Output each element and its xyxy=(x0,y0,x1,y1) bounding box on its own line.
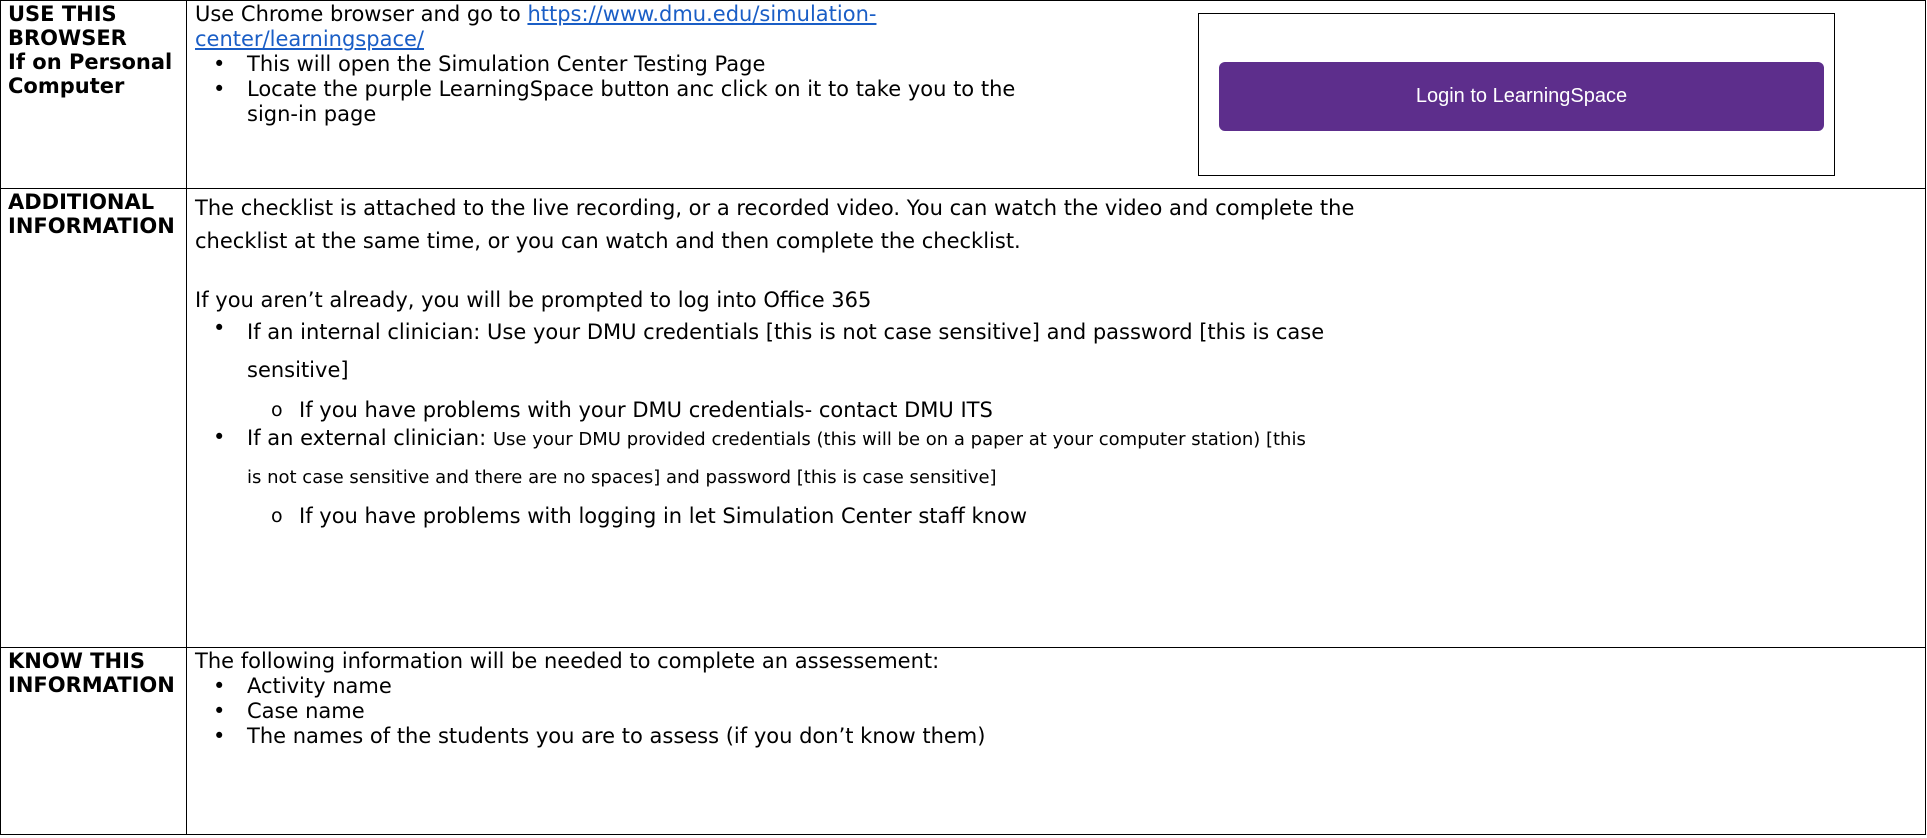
intro-text: Use Chrome browser and go to xyxy=(195,2,528,26)
label-line: Computer xyxy=(8,74,125,98)
label-line: INFORMATION xyxy=(8,673,175,697)
label-line: USE THIS xyxy=(8,2,117,26)
learningspace-link-continued[interactable]: center/learningspace/ xyxy=(195,27,424,51)
additional-info-content: The checklist is attached to the live re… xyxy=(186,188,1926,648)
list-item: The names of the students you are to ass… xyxy=(213,724,1925,749)
office-365-note: If you aren’t already, you will be promp… xyxy=(195,288,872,312)
list-item: If an external clinician: Use your DMU p… xyxy=(213,425,1925,529)
login-screenshot-frame: Login to LearningSpace xyxy=(1198,13,1835,176)
label-line: KNOW THIS xyxy=(8,649,146,673)
external-sub-list: If you have problems with logging in let… xyxy=(247,503,1925,529)
browser-content: Use Chrome browser and go to https://www… xyxy=(186,0,1926,189)
know-info-label: KNOW THIS INFORMATION xyxy=(0,647,187,835)
paragraph-line: checklist at the same time, or you can w… xyxy=(195,229,1021,253)
list-item: Case name xyxy=(213,699,1925,724)
internal-sub-list: If you have problems with your DMU crede… xyxy=(247,397,1925,423)
list-item-text: Locate the purple LearningSpace button a… xyxy=(247,77,1016,101)
label-line: If on Personal xyxy=(8,50,173,74)
list-item: Activity name xyxy=(213,674,1925,699)
browser-label: USE THIS BROWSER If on Personal Computer xyxy=(0,0,187,189)
clinician-list: If an internal clinician: Use your DMU c… xyxy=(195,316,1925,529)
instructions-table: USE THIS BROWSER If on Personal Computer… xyxy=(0,0,1926,835)
know-info-intro: The following information will be needed… xyxy=(195,649,940,673)
know-info-content: The following information will be needed… xyxy=(186,647,1926,835)
list-item: If you have problems with logging in let… xyxy=(271,503,1925,529)
needed-info-list: Activity name Case name The names of the… xyxy=(195,674,1925,749)
learningspace-link[interactable]: https://www.dmu.edu/simulation- xyxy=(527,2,876,26)
paragraph-line: The checklist is attached to the live re… xyxy=(195,196,1355,220)
external-clinician-line: If an external clinician: Use your DMU p… xyxy=(247,425,1925,453)
label-line: INFORMATION xyxy=(8,214,175,238)
external-clinician-prefix: If an external clinician: xyxy=(247,426,493,450)
label-line: BROWSER xyxy=(8,26,127,50)
internal-clinician-text: sensitive] xyxy=(247,358,349,382)
additional-info-label: ADDITIONAL INFORMATION xyxy=(0,188,187,648)
list-item: If an internal clinician: Use your DMU c… xyxy=(213,316,1925,423)
list-item: If you have problems with your DMU crede… xyxy=(271,397,1925,423)
login-learningspace-button[interactable]: Login to LearningSpace xyxy=(1219,62,1824,131)
additional-info-row: ADDITIONAL INFORMATION The checklist is … xyxy=(0,188,1926,648)
browser-row: USE THIS BROWSER If on Personal Computer… xyxy=(0,0,1926,189)
external-clinician-text: is not case sensitive and there are no s… xyxy=(247,467,997,488)
know-info-row: KNOW THIS INFORMATION The following info… xyxy=(0,647,1926,835)
internal-clinician-text: If an internal clinician: Use your DMU c… xyxy=(247,320,1325,344)
checklist-paragraph: The checklist is attached to the live re… xyxy=(195,190,1925,258)
list-item-text: sign-in page xyxy=(247,102,377,126)
external-clinician-text: Use your DMU provided credentials (this … xyxy=(492,429,1306,450)
label-line: ADDITIONAL xyxy=(8,190,155,214)
